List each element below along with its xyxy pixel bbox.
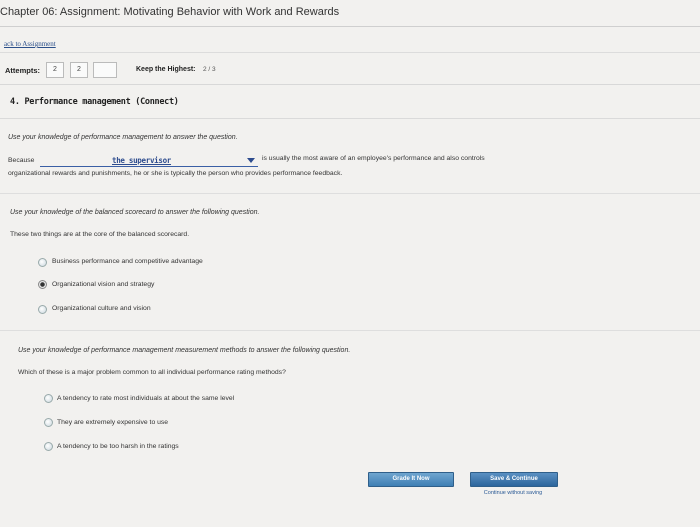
- section1-after-blank: is usually the most aware of an employee…: [262, 155, 485, 162]
- save-and-continue-button[interactable]: Save & Continue: [470, 472, 558, 487]
- question-heading: 4. Performance management (Connect): [10, 97, 179, 107]
- radio-option-vision-strategy[interactable]: [38, 280, 47, 289]
- attempt-box-2: 2: [70, 62, 88, 78]
- option-label: They are extremely expensive to use: [57, 419, 169, 426]
- continue-without-saving-link[interactable]: Continue without saving: [470, 490, 556, 496]
- section1-before-blank: Because: [8, 157, 35, 164]
- section1-instruction: Use your knowledge of performance manage…: [8, 134, 238, 141]
- chevron-down-icon[interactable]: [247, 158, 255, 163]
- keep-highest-value: 2 / 3: [203, 66, 216, 73]
- section3-prompt: Which of these is a major problem common…: [18, 369, 286, 376]
- attempt-box-3: [93, 62, 117, 78]
- keep-highest-label: Keep the Highest:: [136, 66, 196, 73]
- attempt-box-1: 2: [46, 62, 64, 78]
- section1-divider: [0, 193, 700, 194]
- radio-option-expensive[interactable]: [44, 418, 53, 427]
- page-title: Chapter 06: Assignment: Motivating Behav…: [0, 6, 340, 18]
- option-label: Business performance and competitive adv…: [52, 258, 203, 265]
- radio-option-business[interactable]: [38, 258, 47, 267]
- question-divider: [0, 118, 700, 119]
- section2-prompt: These two things are at the core of the …: [10, 231, 190, 238]
- section3-instruction: Use your knowledge of performance manage…: [18, 347, 351, 354]
- option-label: Organizational culture and vision: [52, 305, 151, 312]
- radio-option-same-level[interactable]: [44, 394, 53, 403]
- back-to-assignment-link[interactable]: ack to Assignment: [4, 40, 56, 48]
- section2-divider: [0, 330, 700, 331]
- grade-it-now-button[interactable]: Grade It Now: [368, 472, 454, 487]
- attempts-label: Attempts:: [5, 66, 40, 75]
- header-divider: [0, 52, 700, 53]
- option-label: A tendency to be too harsh in the rating…: [57, 443, 179, 450]
- option-label: A tendency to rate most individuals at a…: [57, 395, 235, 402]
- dropdown-selected-value: the supervisor: [112, 156, 172, 165]
- radio-option-culture[interactable]: [38, 305, 47, 314]
- title-divider: [0, 26, 700, 27]
- attempts-divider: [0, 84, 700, 85]
- section2-instruction: Use your knowledge of the balanced score…: [10, 209, 260, 216]
- radio-option-too-harsh[interactable]: [44, 442, 53, 451]
- section1-line2: organizational rewards and punishments, …: [8, 170, 343, 177]
- option-label: Organizational vision and strategy: [52, 281, 155, 288]
